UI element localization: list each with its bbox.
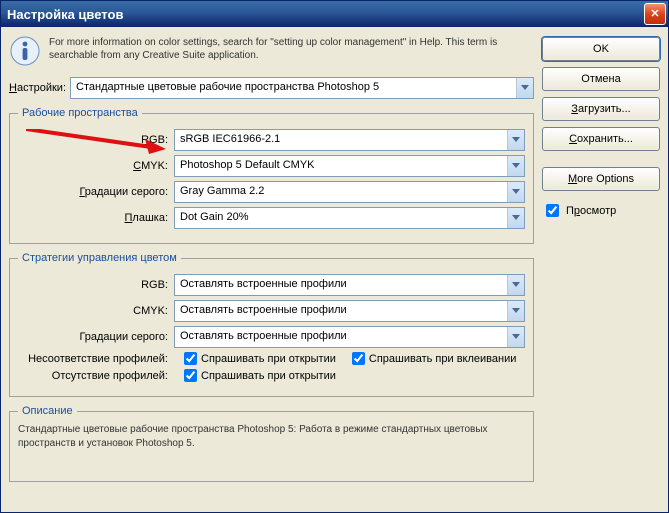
missing-open-checkbox[interactable] xyxy=(184,369,197,382)
left-column: For more information on color settings, … xyxy=(9,35,534,490)
missing-open-text: Спрашивать при открытии xyxy=(201,370,336,382)
preview-checkbox[interactable] xyxy=(546,204,559,217)
policy-cmyk-label: CMYK: xyxy=(18,305,168,317)
save-button[interactable]: Сохранить... xyxy=(542,127,660,151)
spot-value: Dot Gain 20% xyxy=(175,208,507,228)
cancel-label: Отмена xyxy=(581,73,620,85)
load-label: Загрузить... xyxy=(571,103,630,115)
settings-dropdown[interactable]: Стандартные цветовые рабочие пространств… xyxy=(70,77,534,99)
ok-label: OK xyxy=(593,43,609,55)
info-icon xyxy=(9,35,41,67)
right-column: OK Отмена Загрузить... Сохранить... More… xyxy=(542,35,660,490)
close-icon: ✕ xyxy=(650,9,659,20)
legend-workspaces: Рабочие пространства xyxy=(18,107,142,119)
policy-gray-label: Градации серого: xyxy=(18,331,168,343)
policy-cmyk-dropdown[interactable]: Оставлять встроенные профили xyxy=(174,300,525,322)
rgb-dropdown[interactable]: sRGB IEC61966-2.1 xyxy=(174,129,525,151)
chevron-down-icon[interactable] xyxy=(507,182,524,202)
policy-rgb-label: RGB: xyxy=(18,279,168,291)
mismatch-open-check[interactable]: Спрашивать при открытии xyxy=(184,352,336,365)
gray-dropdown[interactable]: Gray Gamma 2.2 xyxy=(174,181,525,203)
policy-gray-dropdown[interactable]: Оставлять встроенные профили xyxy=(174,326,525,348)
save-label: Сохранить... xyxy=(569,133,633,145)
group-description: Описание Стандартные цветовые рабочие пр… xyxy=(9,405,534,482)
gray-label: Градации серого: xyxy=(18,186,168,198)
mismatch-paste-check[interactable]: Спрашивать при вклеивании xyxy=(352,352,516,365)
close-button[interactable]: ✕ xyxy=(644,3,666,25)
info-section: For more information on color settings, … xyxy=(9,35,534,67)
mismatch-paste-checkbox[interactable] xyxy=(352,352,365,365)
chevron-down-icon[interactable] xyxy=(507,327,524,347)
group-policies: Стратегии управления цветом RGB: Оставля… xyxy=(9,252,534,397)
more-label: More Options xyxy=(568,173,634,185)
window-title: Настройка цветов xyxy=(7,7,644,22)
cancel-button[interactable]: Отмена xyxy=(542,67,660,91)
chevron-down-icon[interactable] xyxy=(516,78,533,98)
policy-gray-value: Оставлять встроенные профили xyxy=(175,327,507,347)
policy-rgb-dropdown[interactable]: Оставлять встроенные профили xyxy=(174,274,525,296)
load-button[interactable]: Загрузить... xyxy=(542,97,660,121)
mismatch-open-text: Спрашивать при открытии xyxy=(201,353,336,365)
chevron-down-icon[interactable] xyxy=(507,275,524,295)
chevron-down-icon[interactable] xyxy=(507,208,524,228)
more-options-button[interactable]: More Options xyxy=(542,167,660,191)
legend-description: Описание xyxy=(18,405,77,417)
settings-label: Настройки: xyxy=(9,82,66,94)
settings-row: Настройки: Стандартные цветовые рабочие … xyxy=(9,77,534,99)
rgb-value: sRGB IEC61966-2.1 xyxy=(175,130,507,150)
description-body: Стандартные цветовые рабочие пространств… xyxy=(18,423,525,471)
cmyk-value: Photoshop 5 Default CMYK xyxy=(175,156,507,176)
cmyk-label: CMYK: xyxy=(18,160,168,172)
dialog-window: Настройка цветов ✕ For more information … xyxy=(0,0,669,513)
chevron-down-icon[interactable] xyxy=(507,130,524,150)
spot-dropdown[interactable]: Dot Gain 20% xyxy=(174,207,525,229)
mismatch-paste-text: Спрашивать при вклеивании xyxy=(369,353,516,365)
client-area: For more information on color settings, … xyxy=(1,27,668,498)
ok-button[interactable]: OK xyxy=(542,37,660,61)
mismatch-label: Несоответствие профилей: xyxy=(18,353,168,365)
rgb-label: RGB: xyxy=(18,134,168,146)
preview-label: Просмотр xyxy=(566,205,616,217)
policy-rgb-value: Оставлять встроенные профили xyxy=(175,275,507,295)
chevron-down-icon[interactable] xyxy=(507,156,524,176)
missing-open-check[interactable]: Спрашивать при открытии xyxy=(184,369,336,382)
chevron-down-icon[interactable] xyxy=(507,301,524,321)
spot-label: Плашка: xyxy=(18,212,168,224)
missing-label: Отсутствие профилей: xyxy=(18,370,168,382)
policy-cmyk-value: Оставлять встроенные профили xyxy=(175,301,507,321)
mismatch-open-checkbox[interactable] xyxy=(184,352,197,365)
info-text: For more information on color settings, … xyxy=(49,35,534,67)
gray-value: Gray Gamma 2.2 xyxy=(175,182,507,202)
cmyk-dropdown[interactable]: Photoshop 5 Default CMYK xyxy=(174,155,525,177)
titlebar: Настройка цветов ✕ xyxy=(1,1,668,27)
group-workspaces: Рабочие пространства RGB: sRGB IEC61966-… xyxy=(9,107,534,244)
settings-value: Стандартные цветовые рабочие пространств… xyxy=(71,78,516,98)
legend-policies: Стратегии управления цветом xyxy=(18,252,181,264)
